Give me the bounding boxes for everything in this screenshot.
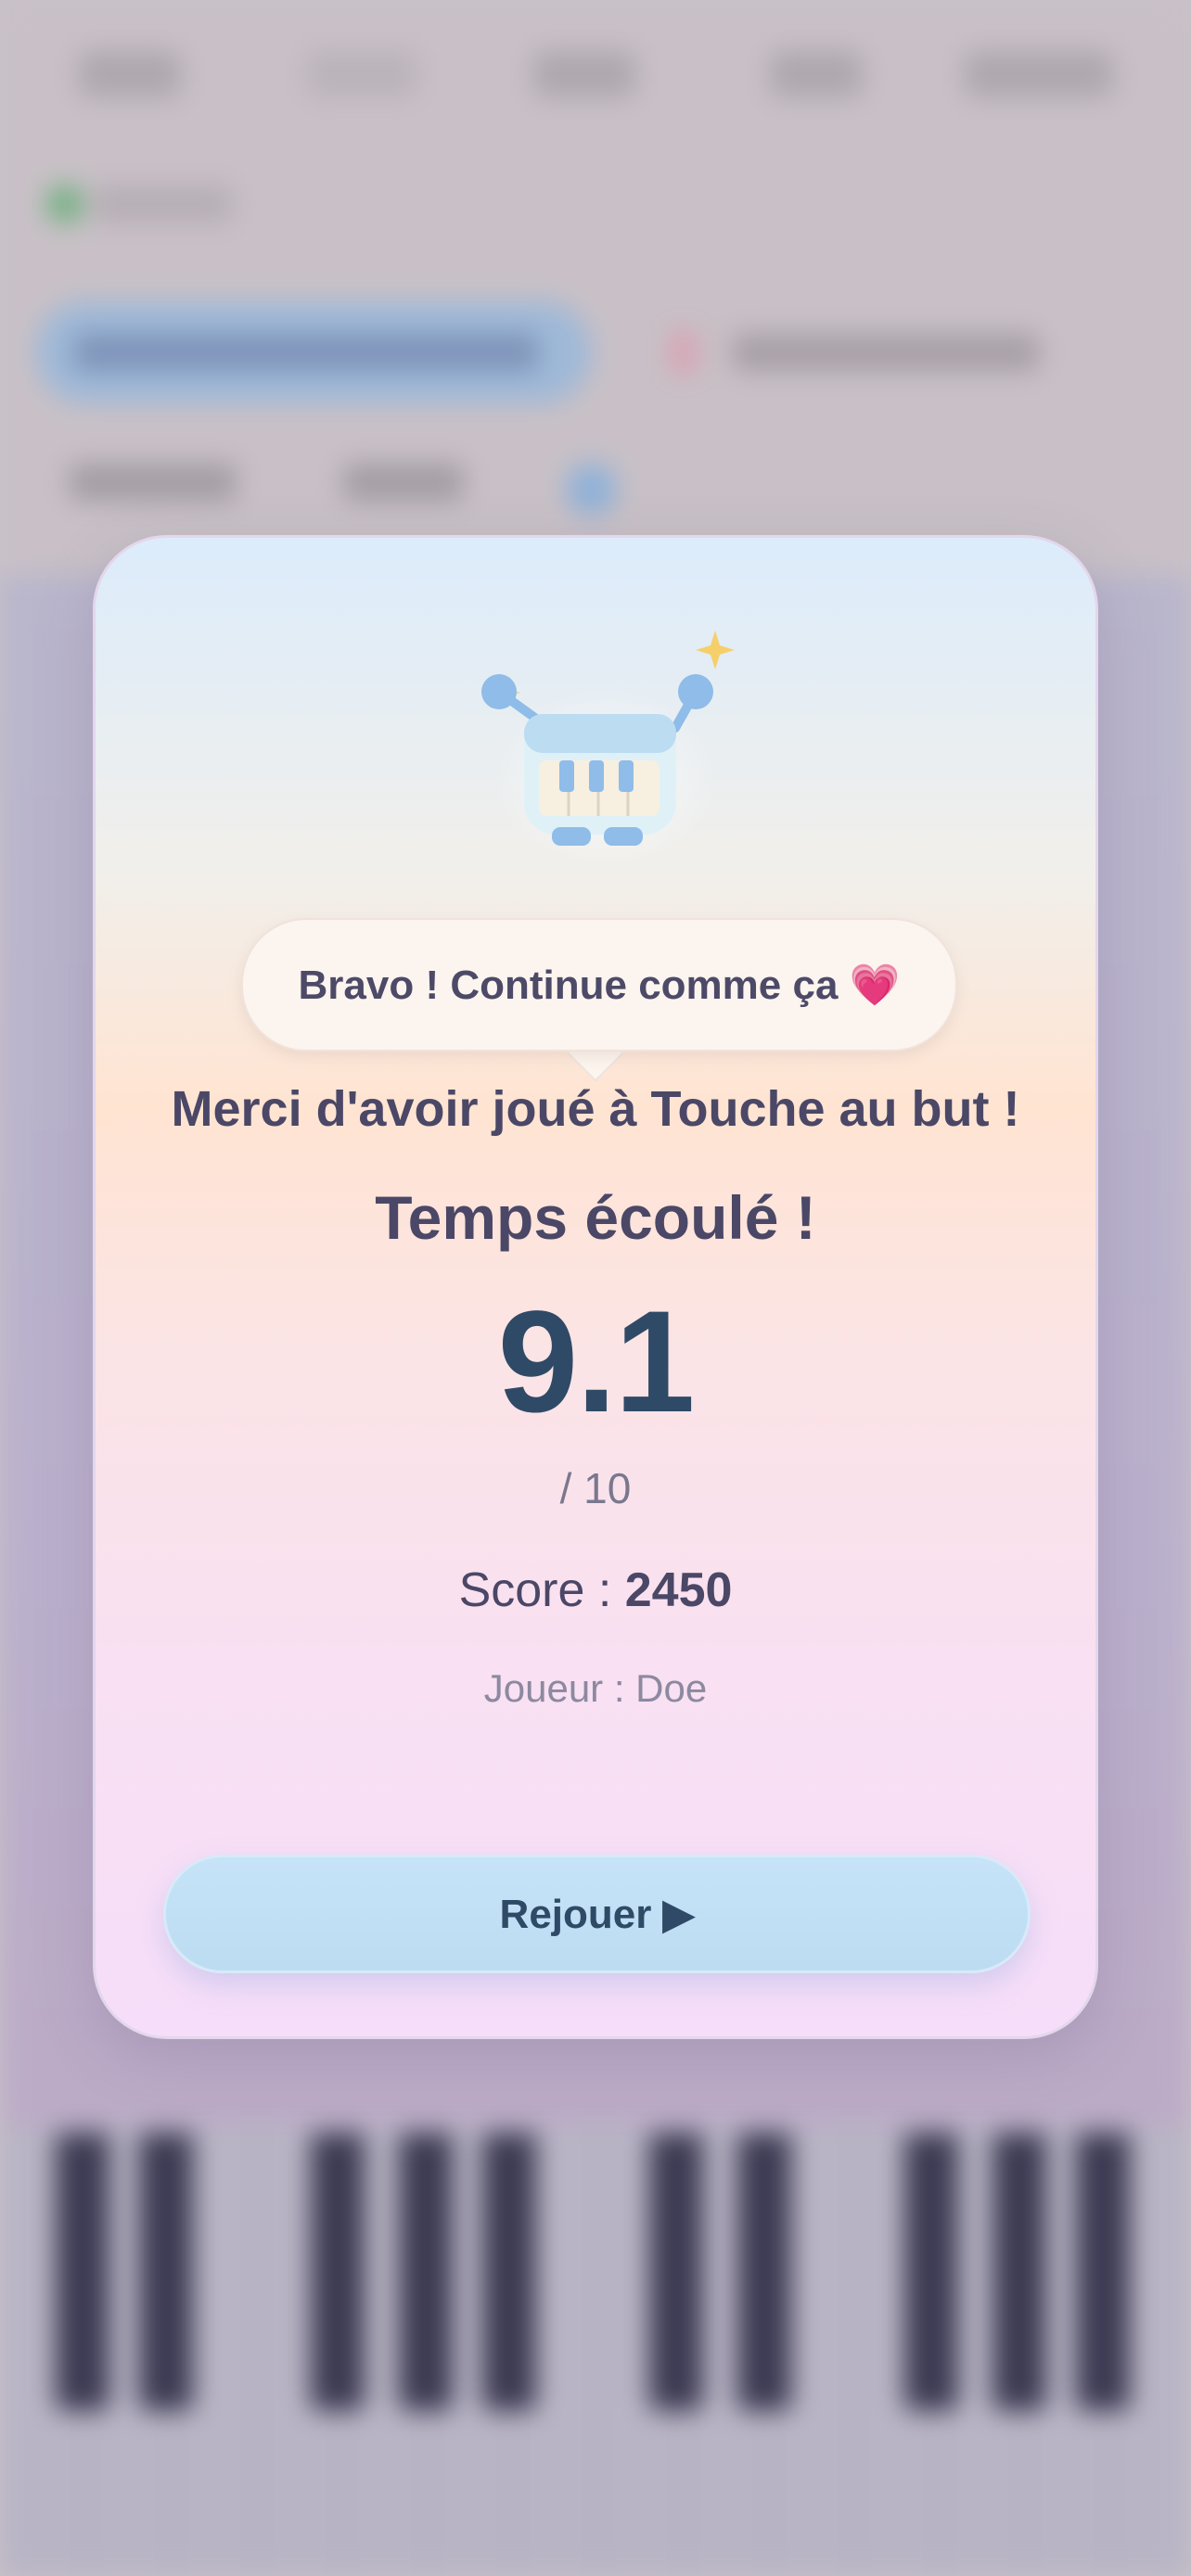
- sparkle-icon: [696, 631, 735, 670]
- score-label: Score :: [458, 1563, 625, 1617]
- piano-robot-mascot-icon: [481, 631, 735, 862]
- blurred-stat: [770, 51, 863, 97]
- blurred-info-icon: [566, 464, 617, 515]
- replay-button-label: Rejouer ▶: [499, 1891, 695, 1937]
- black-key: [649, 2133, 703, 2411]
- result-title: Temps écoulé !: [375, 1183, 816, 1252]
- black-key: [1076, 2133, 1130, 2411]
- bubble-message: Bravo ! Continue comme ça 💗: [298, 963, 901, 1008]
- black-key: [904, 2133, 958, 2411]
- player-name: Joueur : Doe: [483, 1666, 708, 1710]
- score-line: Score : 2450: [96, 1562, 1095, 1618]
- black-key: [399, 2133, 453, 2411]
- speech-bubble: Bravo ! Continue comme ça 💗: [241, 918, 957, 1052]
- black-key: [482, 2133, 536, 2411]
- blurred-text: [733, 334, 1039, 371]
- blurred-stat: [79, 51, 181, 97]
- game-over-modal: Bravo ! Continue comme ça 💗 Merci d'avoi…: [93, 535, 1098, 2039]
- black-key: [992, 2133, 1046, 2411]
- score-value: 2450: [624, 1563, 733, 1617]
- blurred-status-text: [93, 185, 232, 223]
- blurred-stat: [306, 51, 417, 97]
- black-key: [56, 2133, 109, 2411]
- replay-button[interactable]: Rejouer ▶: [163, 1855, 1031, 1973]
- rating-value: 9.1: [497, 1282, 696, 1443]
- blurred-stat: [533, 51, 635, 97]
- rating-max: / 10: [559, 1464, 632, 1512]
- status-dot: [46, 185, 83, 223]
- thanks-message: Merci d'avoir joué à Touche au but !: [171, 1081, 1020, 1137]
- black-key: [139, 2133, 193, 2411]
- black-key: [311, 2133, 365, 2411]
- blurred-mode-label: [74, 334, 538, 371]
- blurred-control: [70, 464, 237, 501]
- blurred-control: [343, 464, 464, 501]
- blurred-stat: [965, 51, 1113, 97]
- blurred-heart-icon: [670, 329, 698, 376]
- black-key: [737, 2133, 791, 2411]
